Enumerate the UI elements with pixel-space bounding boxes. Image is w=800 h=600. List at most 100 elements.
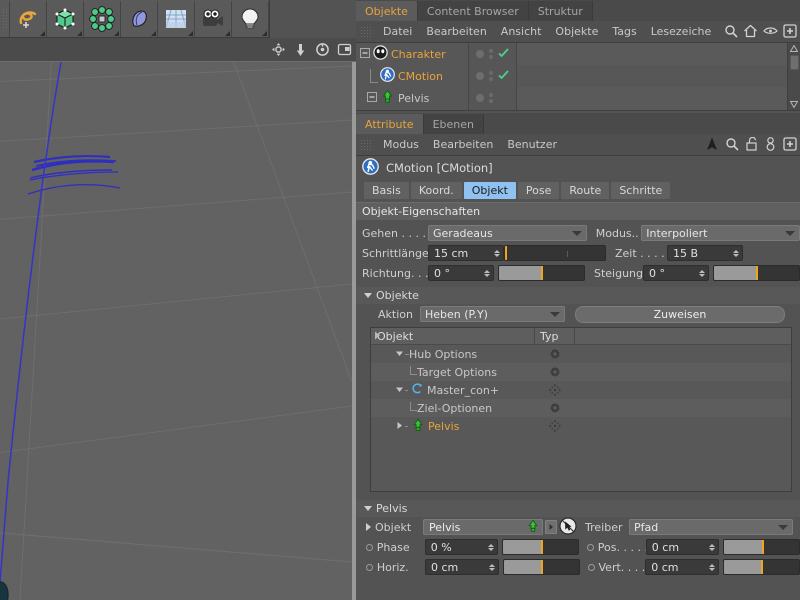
menubar-grip-icon[interactable] [360,26,372,38]
gear-icon[interactable] [535,402,575,414]
menu-ansicht[interactable]: Ansicht [494,21,549,43]
objekte-row-hub-options[interactable]: Hub Options [371,348,535,361]
viewport-maximize-icon[interactable] [336,42,352,58]
schrittlaenge-input[interactable]: 15 cm [428,245,504,261]
objects-menubar[interactable]: Datei Bearbeiten Ansicht Objekte Tags Le… [356,21,800,43]
phase-slider[interactable] [502,539,579,555]
visibility-dot-render[interactable] [489,93,493,103]
cube-primitive-icon[interactable] [47,1,84,37]
expander-minus-icon[interactable] [367,92,377,105]
move-axis-icon[interactable] [270,42,286,58]
stepper-icon[interactable] [494,250,501,257]
chevron-down-icon[interactable] [364,506,372,511]
objekte-row-master-con[interactable]: Master_con+ [371,382,535,398]
zuweisen-button[interactable]: Zuweisen [575,306,785,323]
spline-tool-icon[interactable] [10,1,47,37]
move-icon[interactable] [535,384,575,396]
menu-modus[interactable]: Modus [376,134,426,156]
dots-row-cmotion[interactable] [469,65,516,87]
home-icon[interactable] [743,24,758,41]
vert-input[interactable]: 0 cm [645,559,719,575]
visibility-dot-editor[interactable] [476,50,484,58]
scroll-down-icon[interactable] [789,99,800,110]
menu-objekte[interactable]: Objekte [548,21,605,43]
attribute-panel-tabstrip[interactable]: Attribute Ebenen [356,113,800,134]
tab-basis[interactable]: Basis [364,182,409,199]
search-icon[interactable] [725,137,739,154]
visibility-dot-editor[interactable] [476,72,484,80]
dots-row-charakter[interactable] [469,43,516,65]
objekte-row-target-options[interactable]: Target Options [371,366,535,379]
attribute-menubar[interactable]: Modus Bearbeiten Benutzer [356,134,800,156]
list-item[interactable]: Master_con+ [371,381,791,399]
gehen-dropdown[interactable]: Geradeaus [428,225,587,241]
phase-input[interactable]: 0 % [425,539,498,555]
visibility-dot-render[interactable] [489,49,493,59]
horiz-checkbox[interactable] [366,564,373,571]
tag-row[interactable] [517,65,787,87]
vert-slider[interactable] [723,559,800,575]
chevron-down-icon[interactable] [778,525,788,530]
menu-benutzer[interactable]: Benutzer [500,134,564,156]
steigung-input[interactable]: 0 ° [643,265,709,281]
list-expander-icon[interactable] [373,330,382,344]
menu-tags[interactable]: Tags [605,21,643,43]
light-icon[interactable] [232,1,269,37]
cursor-arrow-icon[interactable] [706,137,718,154]
pos-input[interactable]: 0 cm [646,539,719,555]
stepper-icon[interactable] [488,544,495,551]
schrittlaenge-slider[interactable] [504,245,606,261]
list-item[interactable]: Hub Options [371,345,791,363]
object-manager[interactable]: Charakter CMotion Pelvis [356,43,800,111]
chevron-down-icon[interactable] [395,384,404,397]
horiz-input[interactable]: 0 cm [425,559,499,575]
menu-bearbeiten[interactable]: Bearbeiten [419,21,493,43]
search-icon[interactable] [724,24,738,41]
tag-row[interactable] [517,43,787,65]
chevron-down-icon[interactable] [364,293,372,298]
zeit-input[interactable]: 15 B [667,245,743,261]
richtung-slider[interactable] [498,265,585,281]
chevron-right-icon[interactable] [366,523,371,531]
tab-objekte[interactable]: Objekte [356,1,418,21]
object-manager-dots-column[interactable] [469,43,517,110]
eye-icon[interactable] [763,25,778,39]
scroll-up-icon[interactable] [789,43,800,54]
stepper-icon[interactable] [484,270,491,277]
visibility-dot-render[interactable] [489,71,493,81]
tab-struktur[interactable]: Struktur [529,1,593,21]
group-pelvis[interactable]: Pelvis [356,500,800,517]
object-manager-scrollbar[interactable] [787,43,800,110]
stepper-icon[interactable] [489,564,496,571]
unlock-icon[interactable] [746,137,758,154]
tab-route[interactable]: Route [561,182,609,199]
camera-icon[interactable] [195,1,232,37]
floor-environment-icon[interactable] [158,1,195,37]
pelvis-objekt-arrow-button[interactable] [545,520,557,534]
objekte-list[interactable]: Objekt Typ Hub Options Target Options [370,327,792,492]
chevron-down-icon[interactable] [785,231,795,236]
object-manager-tag-area[interactable] [517,43,787,110]
pos-slider[interactable] [723,539,800,555]
stepper-icon[interactable] [709,544,716,551]
list-item[interactable]: Pelvis [371,417,791,435]
toolbar-drag-grip[interactable] [0,1,10,37]
richtung-input[interactable]: 0 ° [428,265,494,281]
visibility-dot-editor[interactable] [476,94,484,102]
vert-checkbox[interactable] [588,564,595,571]
tree-row-cmotion[interactable]: CMotion [356,65,468,87]
tab-ebenen[interactable]: Ebenen [424,114,484,134]
viewport-3d[interactable] [0,62,352,600]
chevron-down-icon[interactable] [395,348,404,361]
phase-checkbox[interactable] [366,544,373,551]
treiber-dropdown[interactable]: Pfad [629,519,793,535]
menu-datei[interactable]: Datei [376,21,419,43]
tab-koord[interactable]: Koord. [411,182,462,199]
stepper-icon[interactable] [733,250,740,257]
gear-icon[interactable] [535,366,575,378]
chevron-right-icon[interactable] [395,420,404,433]
objects-panel-tabstrip[interactable]: Objekte Content Browser Struktur [356,0,800,21]
tab-objekt[interactable]: Objekt [464,182,516,199]
plus-box-icon[interactable] [783,137,797,154]
dots-row-pelvis[interactable] [469,87,516,109]
